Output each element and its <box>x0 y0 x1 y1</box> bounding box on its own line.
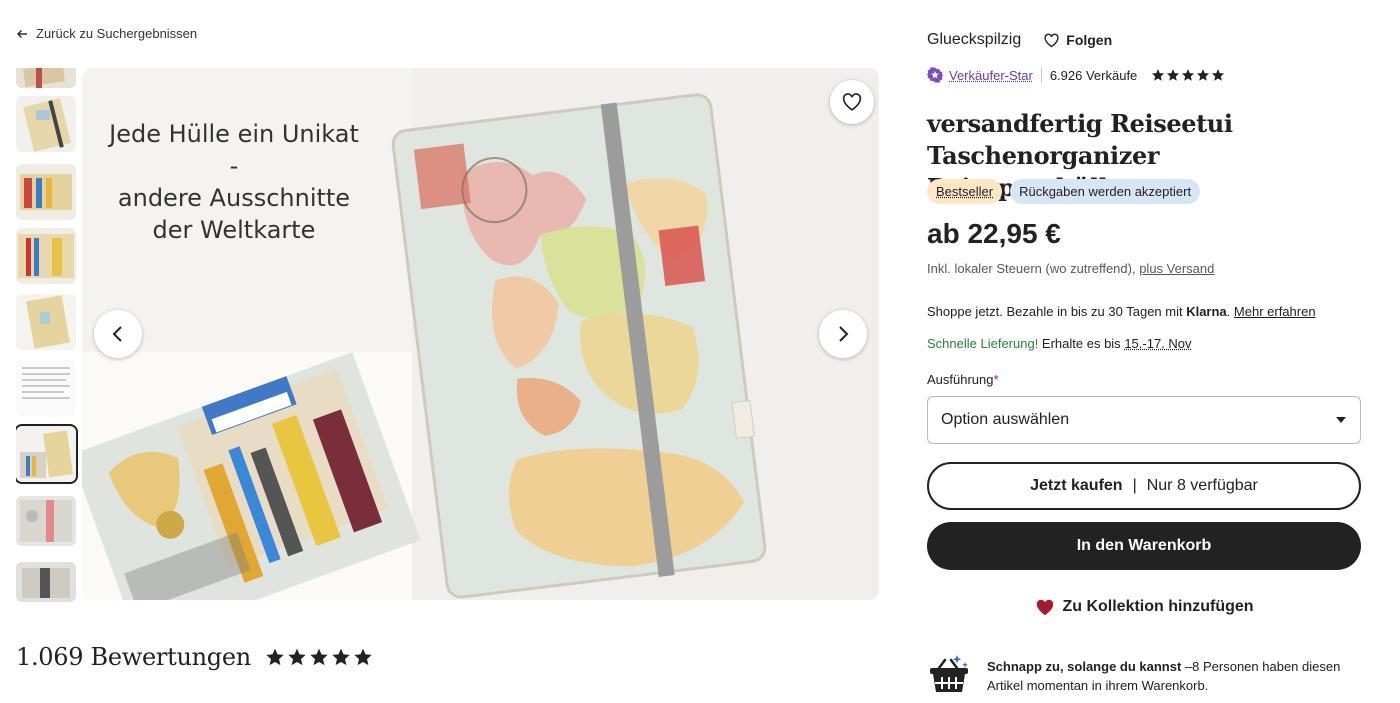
star-icon <box>332 648 350 666</box>
thumbnail[interactable] <box>16 96 76 152</box>
price: ab 22,95 € <box>927 218 1061 249</box>
tax-note: Inkl. lokaler Steuern (wo zutreffend), p… <box>927 261 1214 276</box>
delivery-text: Erhalte es bis <box>1038 336 1125 351</box>
shop-stats-row: Verkäufer-Star 6.926 Verkäufe <box>927 67 1225 83</box>
fast-delivery-label: Schnelle Lieferung! <box>927 336 1039 351</box>
star-icon <box>1212 69 1225 81</box>
shop-row: Glueckspilzig Folgen <box>927 31 1112 49</box>
delivery-dates[interactable]: 15.-17. Nov <box>1124 336 1191 351</box>
chevron-left-icon <box>112 326 122 342</box>
klarna-text: Shoppe jetzt. Bezahle in bis zu 30 Tagen… <box>927 304 1187 319</box>
variant-select[interactable]: Option auswählen <box>927 396 1361 444</box>
klarna-info: Shoppe jetzt. Bezahle in bis zu 30 Tagen… <box>927 304 1316 319</box>
bestseller-badge[interactable]: Bestseller <box>927 179 1003 204</box>
follow-shop-button[interactable]: Folgen <box>1043 32 1112 49</box>
heart-outline-icon <box>1044 33 1059 47</box>
overlay-line: der Weltkarte <box>152 216 316 244</box>
star-icon <box>310 648 328 666</box>
add-to-collection-label: Zu Kollektion hinzufügen <box>1062 598 1254 615</box>
required-mark: * <box>993 372 999 387</box>
image-overlay-text: Jede Hülle ein Unikat - andere Ausschnit… <box>106 118 362 246</box>
star-icon <box>1182 69 1195 81</box>
next-image-button[interactable] <box>819 310 867 358</box>
variant-label: Ausführung* <box>927 372 999 387</box>
heart-outline-icon <box>842 93 862 111</box>
scarcity-notice: Schnapp zu, solange du kannst –8 Persone… <box>927 652 1361 695</box>
review-stars <box>265 647 373 667</box>
scarcity-headline: Schnapp zu, solange du kannst <box>987 659 1182 674</box>
availability-label: Nur 8 verfügbar <box>1146 477 1258 494</box>
caret-down-icon <box>1336 417 1346 423</box>
klarna-brand: Klarna <box>1186 304 1227 319</box>
back-to-results-link[interactable]: Zurück zu Suchergebnissen <box>16 26 197 41</box>
reviews-summary: 1.069 Bewertungen <box>16 643 373 671</box>
thumbnail[interactable] <box>16 68 76 88</box>
star-icon <box>1167 69 1180 81</box>
star-seller-label: Verkäufer-Star <box>949 67 1033 83</box>
star-icon <box>1197 69 1210 81</box>
shipping-link[interactable]: plus Versand <box>1139 261 1214 276</box>
shopping-basket-icon <box>930 655 968 692</box>
shop-name-link[interactable]: Glueckspilzig <box>927 31 1021 49</box>
thumbnail[interactable] <box>16 228 76 284</box>
star-icon <box>266 648 284 666</box>
thumbnail[interactable] <box>16 164 76 220</box>
thumbnail-strip <box>16 68 78 602</box>
thumbnail[interactable] <box>16 496 76 546</box>
add-to-cart-button[interactable]: In den Warenkorb <box>927 522 1361 570</box>
star-icon <box>1152 69 1165 81</box>
star-icon <box>354 648 372 666</box>
favorite-button[interactable] <box>830 80 874 124</box>
chevron-right-icon <box>839 326 849 342</box>
review-count: 1.069 Bewertungen <box>16 643 251 671</box>
sales-count: 6.926 Verkäufe <box>1049 67 1138 83</box>
star-seller-badge[interactable]: Verkäufer-Star <box>927 67 1033 83</box>
buy-now-button[interactable]: Jetzt kaufen | Nur 8 verfügbar <box>927 462 1361 510</box>
star-icon <box>288 648 306 666</box>
back-link-label: Zurück zu Suchergebnissen <box>36 26 198 41</box>
arrow-left-icon <box>16 29 27 38</box>
thumbnail-active[interactable] <box>16 424 78 484</box>
thumbnail[interactable] <box>16 562 76 602</box>
follow-label: Folgen <box>1066 32 1113 48</box>
listing-badges: Bestseller Rückgaben werden akzeptiert <box>927 179 1201 204</box>
klarna-learn-more-link[interactable]: Mehr erfahren <box>1234 304 1316 319</box>
previous-image-button[interactable] <box>94 310 142 358</box>
scarcity-text: Schnapp zu, solange du kannst –8 Persone… <box>987 652 1361 695</box>
tax-text: Inkl. lokaler Steuern (wo zutreffend), <box>927 261 1140 276</box>
main-product-image: Jede Hülle ein Unikat - andere Ausschnit… <box>82 68 879 600</box>
divider <box>1040 67 1042 83</box>
variant-label-text: Ausführung <box>927 372 994 387</box>
thumbnail[interactable] <box>16 360 76 416</box>
thumbnail[interactable] <box>16 294 76 350</box>
heart-filled-icon <box>1037 599 1054 616</box>
star-seller-icon <box>927 67 943 83</box>
buy-now-label: Jetzt kaufen <box>1030 477 1123 494</box>
overlay-line: andere Ausschnitte <box>117 184 351 212</box>
delivery-info: Schnelle Lieferung! Erhalte es bis 15.-1… <box>927 336 1192 351</box>
shop-rating-stars[interactable] <box>1151 68 1225 82</box>
returns-badge: Rückgaben werden akzeptiert <box>1010 179 1201 204</box>
variant-selected-value: Option auswählen <box>941 411 1070 428</box>
overlay-line: Jede Hülle ein Unikat - <box>109 120 359 180</box>
add-to-collection-button[interactable]: Zu Kollektion hinzufügen <box>927 596 1361 618</box>
buy-now-separator: | <box>1132 477 1137 494</box>
